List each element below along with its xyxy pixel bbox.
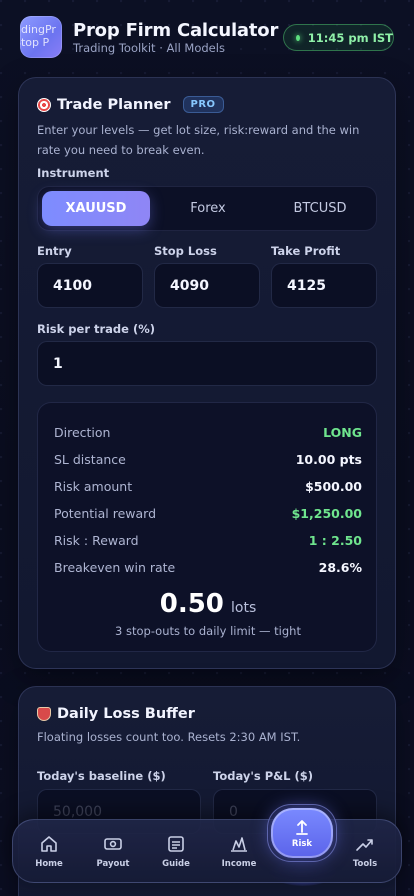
app-subtitle: Trading Toolkit · All Models: [73, 41, 225, 55]
chart-icon: [229, 835, 249, 853]
document-icon: [166, 835, 186, 853]
result-row-direction: Direction LONG: [54, 422, 362, 442]
risk-per-trade-label: Risk per trade (%): [37, 322, 155, 336]
time-chip: 11:45 pm IST: [283, 24, 394, 51]
entry-input[interactable]: 4100: [37, 263, 143, 308]
take-profit-input[interactable]: 4125: [271, 263, 377, 308]
nav-label-tools: Tools: [352, 859, 378, 869]
trade-results-panel: Direction LONG SL distance 10.00 pts Ris…: [37, 402, 377, 652]
current-time: 11:45 pm IST: [307, 30, 393, 45]
stop-loss-label: Stop Loss: [154, 244, 217, 258]
nav-label-risk: Risk: [291, 838, 313, 849]
lot-size-display: 0.50 lots: [38, 589, 378, 619]
shield-icon: [37, 707, 51, 721]
take-profit-label: Take Profit: [271, 244, 341, 258]
nav-label-income: Income: [221, 859, 257, 869]
risk-per-trade-input[interactable]: 1: [37, 341, 377, 386]
result-value-potential-reward: $1,250.00: [291, 505, 362, 521]
nav-home[interactable]: Home: [19, 820, 79, 884]
home-icon: [39, 835, 59, 853]
result-label: Direction: [54, 424, 111, 440]
nav-tools[interactable]: Tools: [335, 820, 395, 884]
lot-size-value: 0.50: [159, 589, 224, 619]
trade-planner-description: Enter your levels — get lot size, risk:r…: [37, 123, 360, 157]
nav-income[interactable]: Income: [209, 820, 269, 884]
nav-payout[interactable]: Payout: [83, 820, 143, 884]
instrument-label: Instrument: [37, 166, 110, 180]
nav-guide[interactable]: Guide: [146, 820, 206, 884]
pro-badge: PRO: [182, 96, 224, 113]
daily-loss-buffer-description: Floating losses count too. Resets 2:30 A…: [37, 730, 301, 744]
stop-loss-input[interactable]: 4090: [154, 263, 260, 308]
result-row-risk-amount: Risk amount $500.00: [54, 476, 362, 496]
result-row-potential-reward: Potential reward $1,250.00: [54, 503, 362, 523]
nav-label-payout: Payout: [96, 859, 130, 869]
result-value-risk-reward: 1 : 2.50: [308, 532, 362, 548]
result-label: SL distance: [54, 451, 126, 467]
nav-risk-button[interactable]: Risk: [271, 808, 333, 858]
result-row-risk-reward: Risk : Reward 1 : 2.50: [54, 530, 362, 550]
lot-size-note: 3 stop-outs to daily limit — tight: [115, 624, 301, 638]
pnl-label: Today's P&L ($): [213, 769, 314, 783]
live-status-dot-icon: [296, 34, 300, 41]
target-icon: [37, 97, 51, 112]
result-row-sl-distance: SL distance 10.00 pts: [54, 449, 362, 469]
result-label: Risk amount: [54, 478, 133, 494]
nav-label-home: Home: [35, 859, 63, 869]
daily-loss-buffer-header: Daily Loss Buffer: [37, 706, 195, 722]
result-value-breakeven-win-rate: 28.6%: [318, 559, 362, 575]
result-value-risk-amount: $500.00: [305, 478, 362, 494]
lot-size-unit: lots: [231, 600, 257, 616]
bottom-nav: Home Payout Guide Income Tools: [12, 819, 402, 883]
result-row-breakeven-win-rate: Breakeven win rate 28.6%: [54, 557, 362, 577]
trade-planner-card: Trade Planner PRO Enter your levels — ge…: [18, 77, 396, 669]
entry-label: Entry: [37, 244, 72, 258]
daily-loss-buffer-title: Daily Loss Buffer: [57, 706, 195, 722]
arrow-up-icon: [296, 819, 308, 835]
logo-text-line2: Stop P: [20, 36, 50, 49]
baseline-label: Today's baseline ($): [37, 769, 166, 783]
trade-planner-header: Trade Planner PRO: [37, 96, 224, 113]
app-logo: ndingPr Stop P: [20, 16, 62, 58]
instrument-option-btcusd[interactable]: BTCUSD: [266, 191, 374, 226]
result-value-direction: LONG: [323, 424, 362, 440]
trend-up-icon: [355, 835, 375, 853]
nav-label-guide: Guide: [162, 859, 190, 869]
instrument-selector: XAUUSD Forex BTCUSD: [37, 186, 377, 231]
instrument-option-forex[interactable]: Forex: [154, 191, 262, 226]
pnl-placeholder: 0: [229, 803, 238, 820]
result-label: Risk : Reward: [54, 532, 139, 548]
cash-icon: [103, 835, 123, 853]
trade-planner-title: Trade Planner: [57, 96, 171, 113]
result-label: Potential reward: [54, 505, 157, 521]
logo-text-line1: ndingPr: [20, 23, 56, 36]
baseline-placeholder: 50,000: [53, 803, 102, 820]
app-title: Prop Firm Calculator: [73, 20, 279, 41]
result-value-sl-distance: 10.00 pts: [295, 451, 362, 467]
result-label: Breakeven win rate: [54, 559, 176, 575]
instrument-option-xauusd[interactable]: XAUUSD: [42, 191, 150, 226]
app-header: ndingPr Stop P Prop Firm Calculator Trad…: [0, 0, 414, 74]
